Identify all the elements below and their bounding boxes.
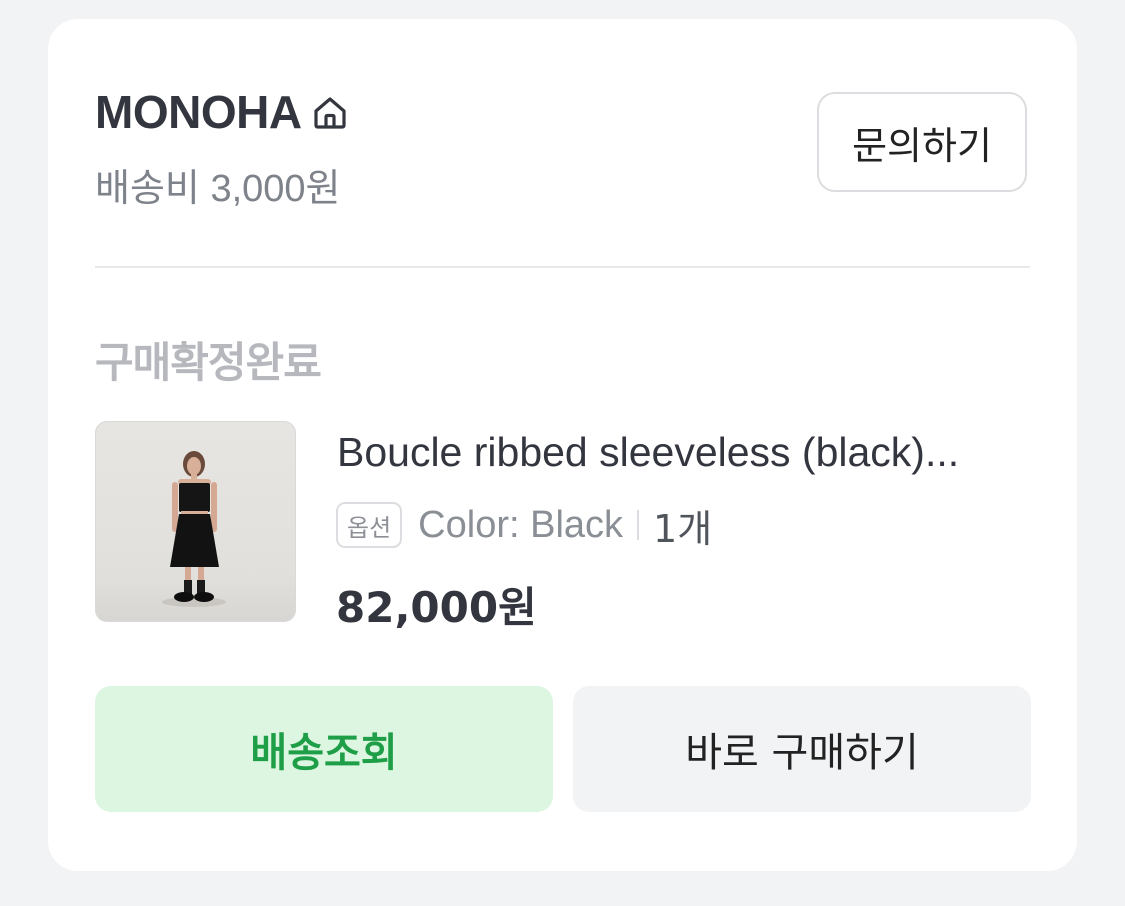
product-price: 82,000원 <box>336 583 537 632</box>
order-card: MONOHA 배송비 3,000원 문의하기 구매확정완료 Boucle rib… <box>48 19 1077 871</box>
option-separator <box>637 510 640 540</box>
product-photo[interactable] <box>95 421 296 622</box>
product-name[interactable]: Boucle ribbed sleeveless (black)... <box>337 429 1037 476</box>
shipping-fee: 배송비 3,000원 <box>95 168 341 210</box>
store-name-link[interactable]: MONOHA <box>95 85 350 139</box>
quantity: 1개 <box>653 506 713 551</box>
buy-again-button[interactable]: 바로 구매하기 <box>573 686 1031 812</box>
option-row: 옵션 Color: Black 1개 <box>336 502 712 551</box>
product-photo-figure <box>162 451 226 607</box>
option-badge: 옵션 <box>336 502 403 548</box>
track-delivery-button[interactable]: 배송조회 <box>95 686 553 812</box>
option-value: Color: Black <box>418 503 624 546</box>
divider <box>95 266 1030 268</box>
store-name: MONOHA <box>95 86 302 138</box>
inquiry-button[interactable]: 문의하기 <box>817 92 1027 192</box>
home-icon <box>313 97 346 129</box>
order-status: 구매확정완료 <box>95 338 322 387</box>
